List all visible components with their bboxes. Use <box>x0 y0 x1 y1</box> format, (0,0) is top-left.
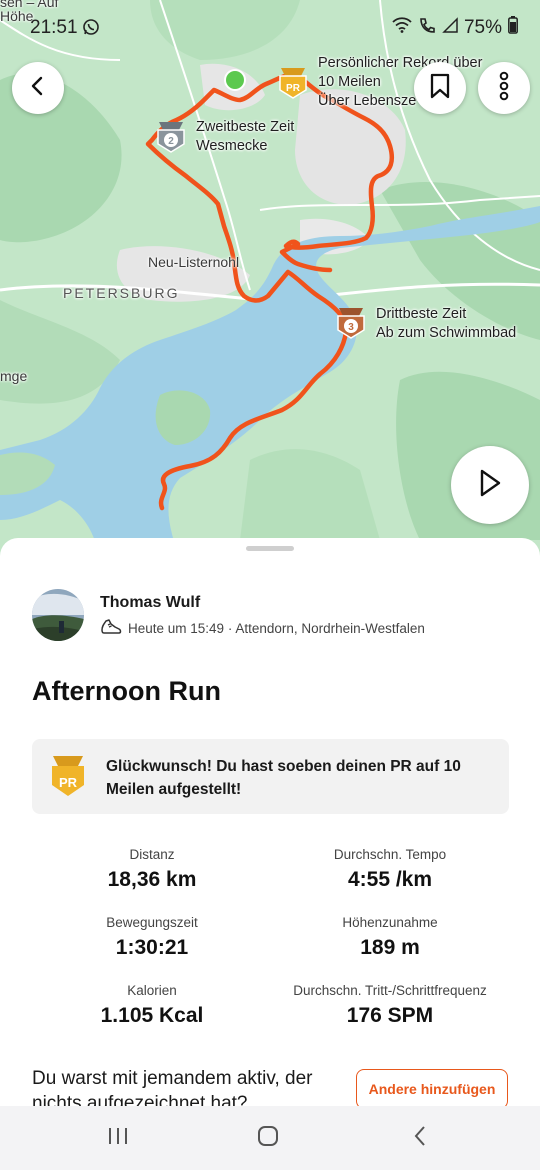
battery-percent: 75% <box>463 17 502 38</box>
system-navigation-bar <box>0 1106 540 1170</box>
third-medal-icon[interactable]: 3 <box>335 304 367 345</box>
whatsapp-icon <box>82 18 100 36</box>
segment-name: Ab zum Schwimmbad <box>376 325 517 341</box>
activity-meta: Heute um 15:49 · Attendorn, Nordrhein-We… <box>100 618 425 639</box>
pr-badge-text: PR <box>286 83 301 94</box>
stat-value: 18,36 km <box>107 868 197 891</box>
wifi-call-icon <box>418 17 436 39</box>
segment-title: Drittbeste Zeit <box>376 306 467 322</box>
stat-value: 1:30:21 <box>115 936 189 959</box>
stat-value: 189 m <box>360 936 420 959</box>
stat-cadence: Durchschn. Tritt-/Schrittfrequenz 176 SP… <box>270 983 510 1028</box>
pr-medal-icon: PR <box>48 753 88 804</box>
status-icons: 75% <box>392 16 518 40</box>
segment-label-third[interactable]: Drittbeste Zeit Ab zum Schwimmbad <box>376 305 516 343</box>
second-badge-text: 2 <box>168 136 174 147</box>
chevron-left-icon <box>412 1125 428 1152</box>
pr-banner-text: Glückwunsch! Du hast soeben deinen PR au… <box>106 758 461 798</box>
home-icon <box>257 1125 279 1152</box>
activity-title: Afternoon Run <box>32 676 221 706</box>
wifi-icon <box>392 17 412 39</box>
stat-label: Kalorien <box>127 983 177 998</box>
bookmark-icon <box>429 73 451 104</box>
stat-elevation: Höhenzunahme 189 m <box>270 915 510 960</box>
pr-banner[interactable]: PR Glückwunsch! Du hast soeben deinen PR… <box>32 739 509 814</box>
avatar[interactable] <box>32 589 84 641</box>
battery-icon <box>508 16 518 40</box>
status-bar: 21:51 75% <box>0 0 540 50</box>
second-medal-icon[interactable]: 2 <box>155 118 187 159</box>
segment-title: Zweitbeste Zeit <box>196 119 295 135</box>
more-vertical-icon <box>498 71 510 106</box>
segment-label-second[interactable]: Zweitbeste Zeit Wesmecke <box>196 118 294 156</box>
stat-value: 1.105 Kcal <box>100 1004 204 1027</box>
stat-label: Distanz <box>129 847 175 862</box>
add-others-button[interactable]: Andere hinzufügen <box>356 1069 508 1109</box>
chevron-left-icon <box>27 75 49 102</box>
more-options-button[interactable] <box>478 62 530 114</box>
map-place-label: PETERSBURG <box>63 285 180 301</box>
play-icon <box>477 468 503 503</box>
athlete-name[interactable]: Thomas Wulf <box>100 594 200 612</box>
stat-value: 176 SPM <box>346 1004 434 1027</box>
bookmark-button[interactable] <box>414 62 466 114</box>
activity-date-location: Heute um 15:49 · Attendorn, Nordrhein-We… <box>128 621 425 636</box>
status-time: 21:51 <box>30 17 78 38</box>
stat-pace: Durchschn. Tempo 4:55 /km <box>270 847 510 892</box>
signal-icon <box>442 17 458 39</box>
pr-banner-badge-text: PR <box>59 775 78 790</box>
segment-name: Wesmecke <box>196 138 268 154</box>
stat-distance: Distanz 18,36 km <box>32 847 272 892</box>
stat-label: Bewegungszeit <box>106 915 198 930</box>
back-nav-button[interactable] <box>400 1122 440 1154</box>
stat-moving-time: Bewegungszeit 1:30:21 <box>32 915 272 960</box>
stat-label: Durchschn. Tritt-/Schrittfrequenz <box>293 983 487 998</box>
stat-value: 4:55 /km <box>347 868 433 891</box>
stat-calories: Kalorien 1.105 Kcal <box>32 983 272 1028</box>
recent-apps-button[interactable] <box>98 1122 138 1154</box>
back-button[interactable] <box>12 62 64 114</box>
stat-label: Durchschn. Tempo <box>333 847 447 862</box>
map-place-label: mge <box>0 368 28 384</box>
stat-label: Höhenzunahme <box>342 915 438 930</box>
activity-sheet: Thomas Wulf Heute um 15:49 · Attendorn, … <box>0 538 540 1114</box>
home-button[interactable] <box>248 1122 288 1154</box>
play-flyover-button[interactable] <box>451 446 529 524</box>
map-place-label: Neu-Listernohl <box>148 254 240 270</box>
drag-handle[interactable] <box>246 546 294 551</box>
running-shoe-icon <box>100 618 122 639</box>
route-map[interactable]: sen – Auf Höhe Neu-Listernohl PETERSBURG… <box>0 0 540 560</box>
pr-medal-icon[interactable]: PR <box>277 64 309 105</box>
third-badge-text: 3 <box>348 322 354 333</box>
recent-apps-icon <box>107 1126 129 1151</box>
